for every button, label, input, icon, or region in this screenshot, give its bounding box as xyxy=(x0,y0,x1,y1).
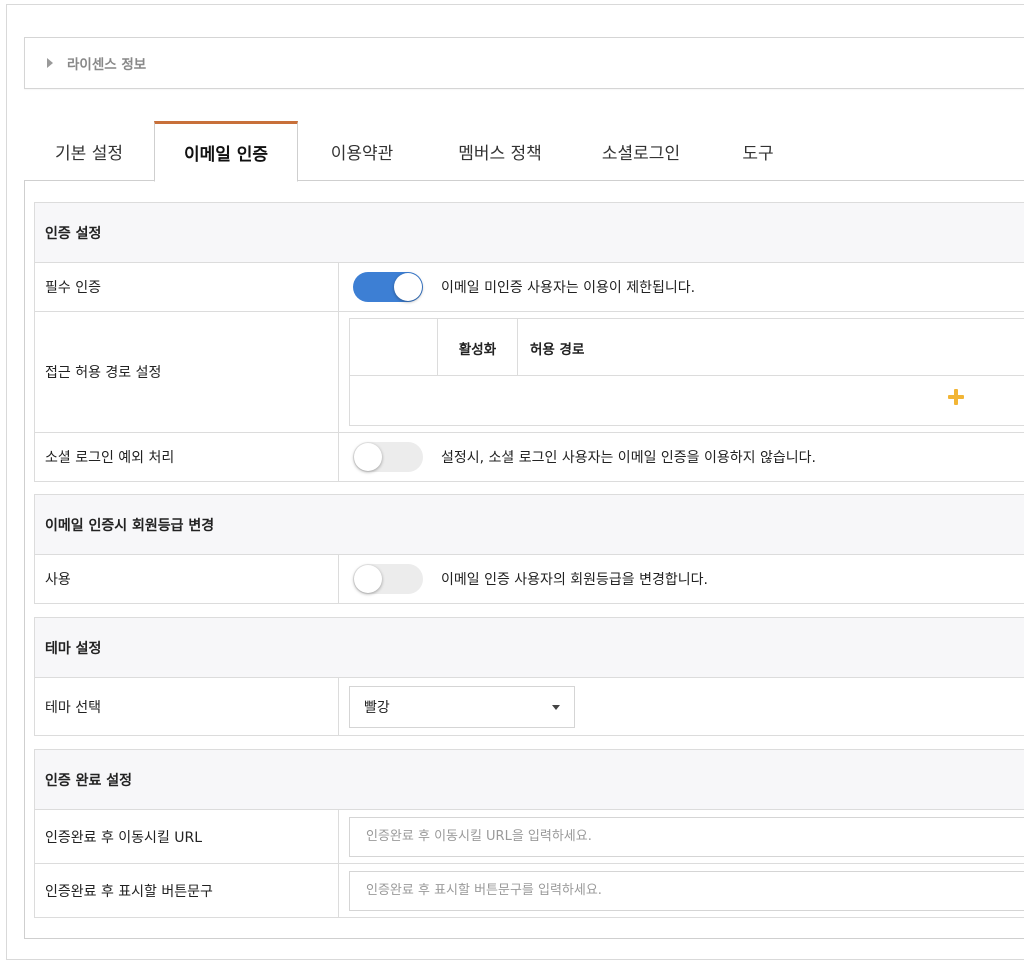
toggle-knob xyxy=(354,443,382,471)
completion-button-text-row: 인증완료 후 표시할 버튼문구 xyxy=(35,864,1024,917)
completion-url-row: 인증완료 후 이동시킬 URL xyxy=(35,810,1024,864)
field-label: 소셜 로그인 예외 처리 xyxy=(35,433,339,481)
field-label: 인증완료 후 표시할 버튼문구 xyxy=(35,864,339,917)
license-info-label: 라이센스 정보 xyxy=(67,57,147,73)
tab-tools[interactable]: 도구 xyxy=(708,121,808,181)
column-header-path: 허용 경로 xyxy=(530,341,585,358)
section-title: 인증 설정 xyxy=(35,203,1024,263)
table-header: 활성화 허용 경로 xyxy=(350,319,1024,376)
grade-change-section: 이메일 인증시 회원등급 변경 사용 이메일 인증 사용자의 회원등급을 변경합… xyxy=(34,494,1024,604)
theme-select-row: 테마 선택 빨강 xyxy=(35,678,1024,735)
select-value: 빨강 xyxy=(364,699,390,716)
theme-select[interactable]: 빨강 xyxy=(349,685,575,728)
field-label: 인증완료 후 이동시킬 URL xyxy=(35,810,339,863)
toggle-description: 설정시, 소셜 로그인 사용자는 이메일 인증을 이용하지 않습니다. xyxy=(441,450,816,466)
caret-right-icon xyxy=(47,58,53,68)
column-header-active: 활성화 xyxy=(438,319,518,376)
allowed-routes-table: 활성화 허용 경로 xyxy=(349,318,1024,426)
tab-bar: 기본 설정 이메일 인증 이용약관 멤버스 정책 소셜로그인 도구 xyxy=(24,121,1024,182)
license-info-panel[interactable]: 라이센스 정보 xyxy=(24,37,1024,89)
grade-change-toggle[interactable] xyxy=(353,564,423,594)
field-label: 테마 선택 xyxy=(35,678,339,735)
auth-settings-section: 인증 설정 필수 인증 이메일 미인증 사용자는 이용이 제한됩니다. 접근 허… xyxy=(34,202,1024,482)
field-label: 사용 xyxy=(35,555,339,603)
toggle-knob xyxy=(354,565,382,593)
chevron-down-icon xyxy=(552,704,560,710)
tab-basic-settings[interactable]: 기본 설정 xyxy=(24,121,154,181)
tab-terms[interactable]: 이용약관 xyxy=(298,121,426,181)
field-label: 접근 허용 경로 설정 xyxy=(35,312,339,432)
completion-button-text-input[interactable] xyxy=(349,870,1024,911)
tab-social-login[interactable]: 소셜로그인 xyxy=(574,121,708,181)
theme-section: 테마 설정 테마 선택 빨강 xyxy=(34,617,1024,736)
completion-section: 인증 완료 설정 인증완료 후 이동시킬 URL 인증완료 후 표시할 버튼문구 xyxy=(34,749,1024,918)
section-title: 인증 완료 설정 xyxy=(35,750,1024,810)
section-title: 테마 설정 xyxy=(35,618,1024,678)
social-exception-toggle[interactable] xyxy=(353,442,423,472)
section-title: 이메일 인증시 회원등급 변경 xyxy=(35,495,1024,555)
plus-icon[interactable] xyxy=(946,387,966,407)
completion-url-input[interactable] xyxy=(349,816,1024,857)
toggle-description: 이메일 미인증 사용자는 이용이 제한됩니다. xyxy=(441,280,696,296)
tab-email-auth[interactable]: 이메일 인증 xyxy=(154,121,298,182)
social-exception-row: 소셜 로그인 예외 처리 설정시, 소셜 로그인 사용자는 이메일 인증을 이용… xyxy=(35,433,1024,481)
access-routes-row: 접근 허용 경로 설정 활성화 허용 경로 xyxy=(35,312,1024,433)
required-auth-toggle[interactable] xyxy=(353,272,423,302)
handle-column-header xyxy=(350,319,438,376)
grade-change-use-row: 사용 이메일 인증 사용자의 회원등급을 변경합니다. xyxy=(35,555,1024,603)
toggle-knob xyxy=(394,273,422,301)
required-auth-row: 필수 인증 이메일 미인증 사용자는 이용이 제한됩니다. xyxy=(35,263,1024,312)
tab-members-policy[interactable]: 멤버스 정책 xyxy=(426,121,574,181)
field-label: 필수 인증 xyxy=(35,263,339,311)
toggle-description: 이메일 인증 사용자의 회원등급을 변경합니다. xyxy=(441,572,708,588)
